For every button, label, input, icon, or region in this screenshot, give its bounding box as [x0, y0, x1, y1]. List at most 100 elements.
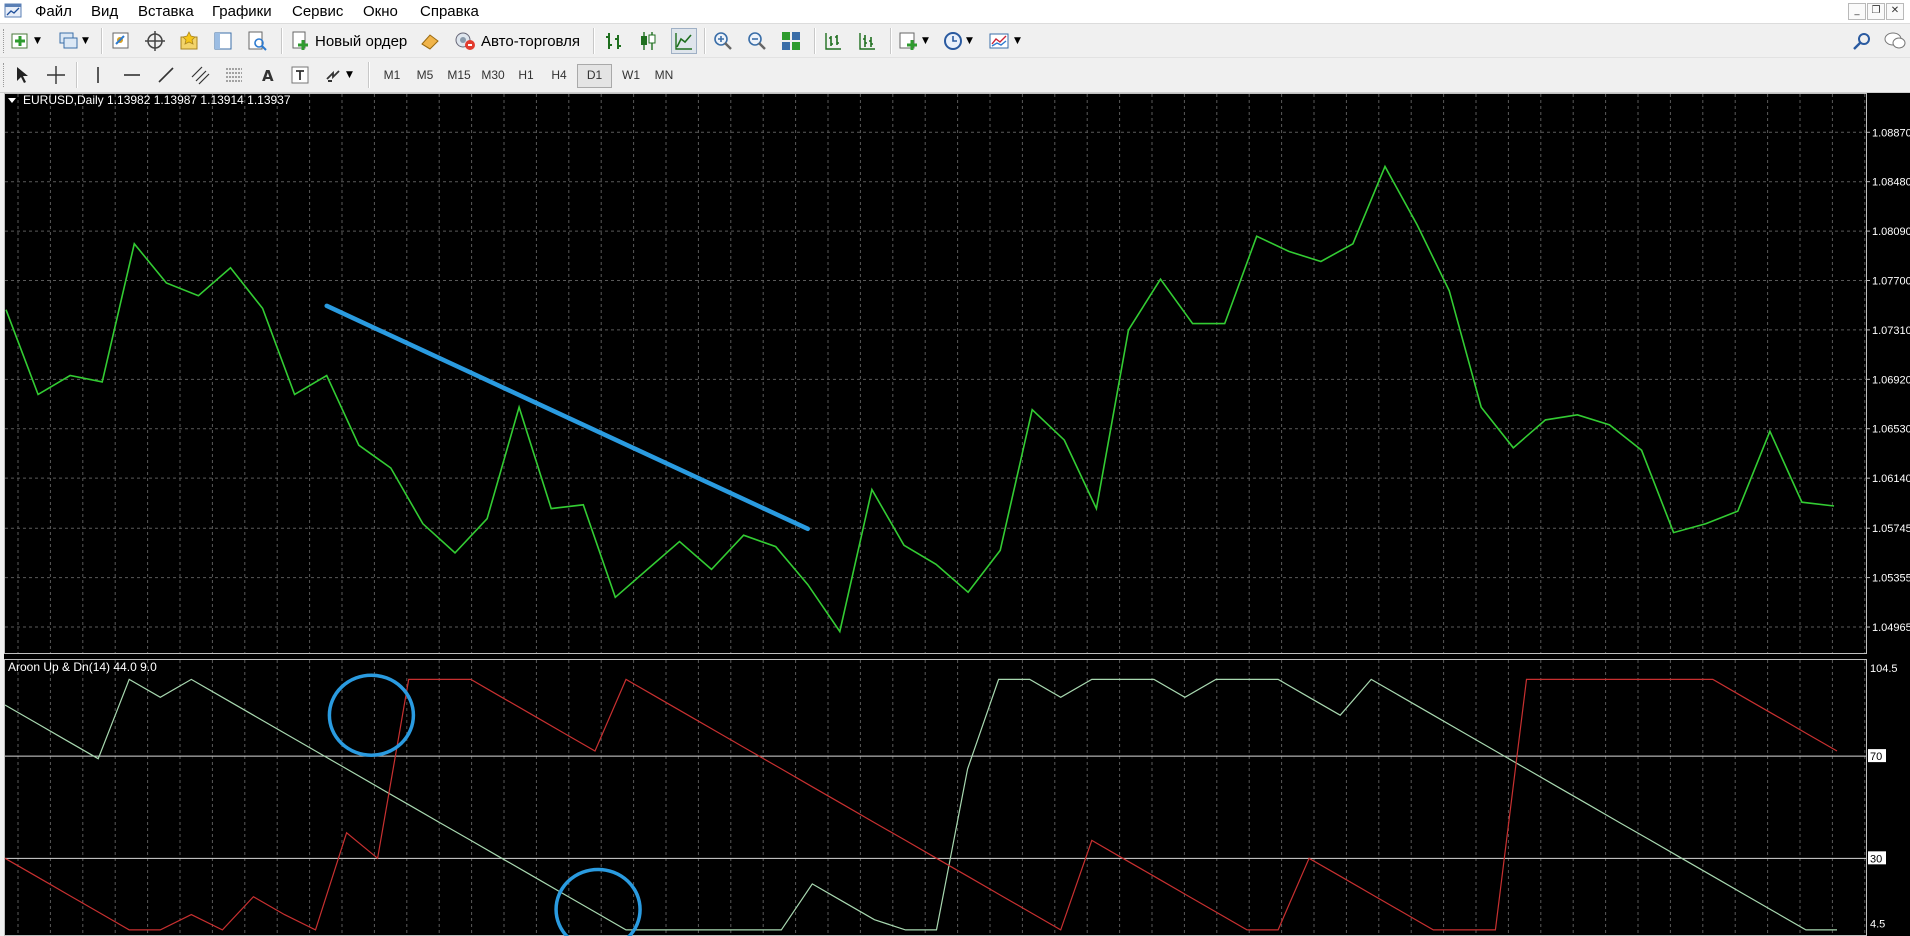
navigator-icon: [180, 31, 198, 50]
drawing-toolbar: A ▼ M1 M5 M15 M30 H1 H4 D1 W1 MN: [0, 58, 1910, 93]
timeframe-h1[interactable]: H1: [509, 64, 543, 86]
price-tick-label: 1.06530: [1872, 424, 1910, 436]
menu-file[interactable]: Файл: [35, 3, 72, 20]
new-chart-button[interactable]: ▼: [10, 29, 41, 53]
chevron-down-icon: ▼: [34, 36, 41, 46]
crosshair-tool[interactable]: [46, 63, 66, 87]
annotations[interactable]: [324, 303, 811, 936]
price-tick-label: 1.08870: [1872, 127, 1910, 139]
text-icon: A: [262, 67, 274, 85]
price-tick-label: 1.08090: [1872, 226, 1910, 238]
timeframe-m15[interactable]: M15: [440, 64, 478, 86]
indicator-grid: [4, 659, 1867, 936]
auto-trading-label: Авто-торговля: [481, 32, 581, 50]
arrow-icon: [326, 70, 340, 82]
indicators-icon: [899, 32, 917, 50]
indicators-button[interactable]: ▼: [898, 29, 929, 53]
minimize-button[interactable]: _: [1848, 3, 1866, 20]
menu-window[interactable]: Окно: [363, 3, 398, 20]
search-icon: [1853, 33, 1870, 50]
app-icon: [4, 3, 22, 18]
price-tick-label: 1.05745: [1872, 523, 1910, 535]
price-line: [5, 164, 1835, 634]
zoom-in-button[interactable]: [712, 29, 734, 53]
candlestick-button[interactable]: [637, 29, 659, 53]
menu-help[interactable]: Справка: [420, 3, 479, 20]
fibonacci-icon: [226, 68, 242, 82]
timeframe-w1[interactable]: W1: [614, 64, 648, 86]
timeframe-m30[interactable]: M30: [474, 64, 512, 86]
profiles-button[interactable]: ▼: [58, 29, 89, 53]
data-window-button[interactable]: [144, 29, 166, 53]
tile-windows-icon: [782, 32, 800, 50]
collapse-triangle-icon[interactable]: [8, 98, 16, 103]
new-order-icon: [292, 31, 308, 50]
terminal-button[interactable]: [212, 29, 234, 53]
horizontal-line-tool[interactable]: [122, 63, 142, 87]
text-label-tool[interactable]: [290, 63, 310, 87]
periods-button[interactable]: ▼: [942, 29, 973, 53]
toolbar-grip[interactable]: [3, 63, 7, 87]
menu-tools[interactable]: Сервис: [292, 3, 343, 20]
menu-charts[interactable]: Графики: [212, 3, 272, 20]
terminal-icon: [214, 32, 232, 50]
clock-icon: [944, 32, 962, 50]
price-tick-label: 1.06920: [1872, 374, 1910, 386]
trendline-drawing[interactable]: [324, 303, 811, 532]
chevron-down-icon: ▼: [966, 36, 973, 46]
timeframe-mn[interactable]: MN: [647, 64, 681, 86]
templates-icon: [989, 33, 1009, 49]
line-chart-icon: [675, 33, 692, 50]
restore-button[interactable]: ❐: [1867, 3, 1885, 20]
toolbar-separator: [593, 28, 595, 54]
arrows-tool[interactable]: ▼: [324, 63, 353, 87]
fibonacci-tool[interactable]: [224, 63, 244, 87]
new-order-label: Новый ордер: [315, 32, 408, 50]
new-order-button[interactable]: Новый ордер: [289, 29, 407, 53]
metaeditor-button[interactable]: [419, 29, 441, 53]
equidistant-channel-tool[interactable]: [190, 63, 210, 87]
aroon-up-line: [4, 678, 1837, 931]
strategy-tester-button[interactable]: [246, 29, 268, 53]
candlestick-icon: [641, 32, 656, 50]
tile-windows-button[interactable]: [780, 29, 802, 53]
close-window-button[interactable]: ✕: [1886, 3, 1904, 20]
toolbar-separator: [814, 28, 816, 54]
timeframe-m1[interactable]: M1: [375, 64, 409, 86]
timeframe-d1[interactable]: D1: [577, 64, 612, 88]
navigator-button[interactable]: [178, 29, 200, 53]
toolbar-grip[interactable]: [3, 29, 7, 53]
indicator-tick-label: 30: [1870, 853, 1882, 865]
auto-scroll-button[interactable]: [856, 29, 878, 53]
vertical-line-tool[interactable]: [88, 63, 108, 87]
templates-button[interactable]: ▼: [988, 29, 1021, 53]
text-label-icon: [291, 66, 309, 84]
horizontal-line-icon: [124, 74, 140, 76]
chart-shift-button[interactable]: [822, 29, 844, 53]
chat-icon: [1884, 32, 1906, 49]
market-watch-button[interactable]: [110, 29, 132, 53]
auto-trading-button[interactable]: Авто-торговля: [453, 29, 580, 53]
chart-shift-icon: [825, 33, 841, 50]
bar-chart-button[interactable]: [603, 29, 625, 53]
menu-view[interactable]: Вид: [91, 3, 118, 20]
toolbar-separator: [368, 62, 370, 88]
trendline-tool[interactable]: [156, 63, 176, 87]
price-tick-label: 1.07700: [1872, 276, 1910, 288]
zoom-out-button[interactable]: [746, 29, 768, 53]
menu-insert[interactable]: Вставка: [138, 3, 194, 20]
chart-canvas[interactable]: 1.08870 1.08480 1.08090 1.07700 1.07310 1.069…: [4, 93, 1910, 936]
text-tool[interactable]: A: [258, 63, 278, 87]
search-button[interactable]: [1852, 29, 1872, 53]
chat-button[interactable]: [1884, 29, 1906, 53]
indicator-tick-label: 70: [1870, 751, 1882, 763]
main-chart-frame: [4, 93, 1867, 654]
chart-window[interactable]: 1.08870 1.08480 1.08090 1.07700 1.07310 1.069…: [4, 93, 1910, 936]
auto-scroll-icon: [859, 33, 875, 50]
timeframe-h4[interactable]: H4: [542, 64, 576, 86]
price-tick-label: 1.08480: [1872, 177, 1910, 189]
auto-trading-icon: [455, 32, 475, 50]
line-chart-button[interactable]: [671, 28, 697, 54]
cursor-tool[interactable]: [12, 63, 32, 87]
timeframe-m5[interactable]: M5: [408, 64, 442, 86]
